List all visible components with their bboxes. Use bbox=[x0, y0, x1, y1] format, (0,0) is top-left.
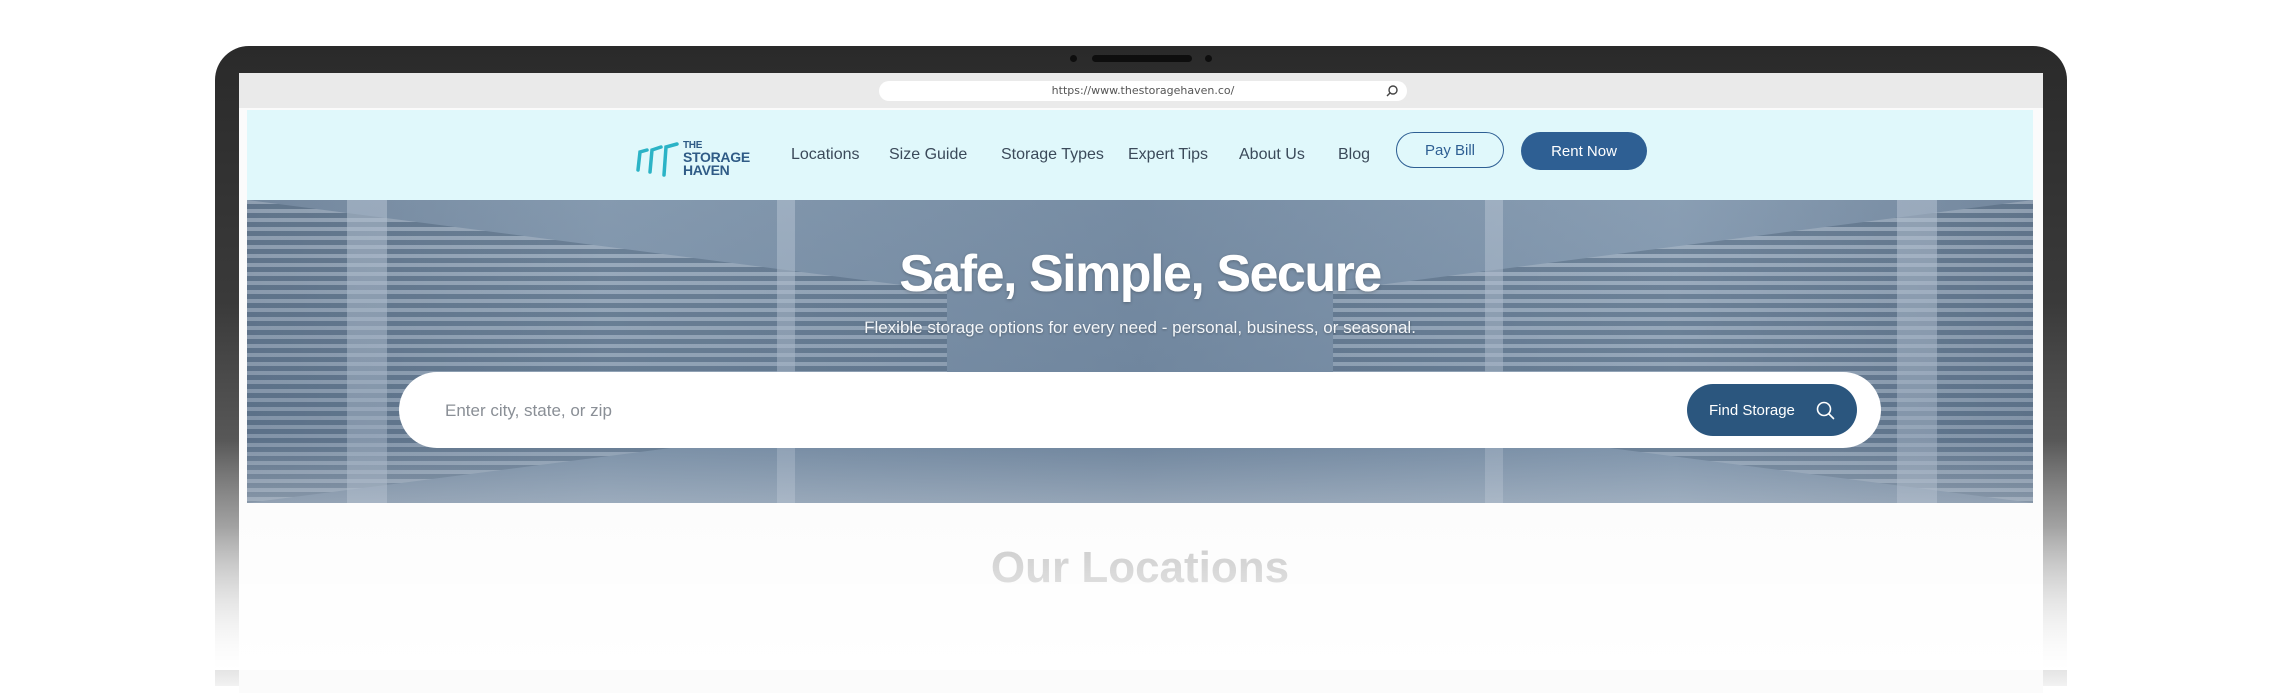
location-search-bar: Find Storage bbox=[399, 372, 1881, 448]
find-storage-label: Find Storage bbox=[1709, 401, 1795, 419]
screen: https://www.thestoragehaven.co/ THE STOR… bbox=[239, 73, 2043, 693]
url-field[interactable]: https://www.thestoragehaven.co/ bbox=[879, 81, 1407, 101]
nav-link-size-guide[interactable]: Size Guide bbox=[889, 146, 967, 164]
brand-logo[interactable]: THE STORAGE HAVEN bbox=[634, 140, 760, 180]
search-icon bbox=[1816, 401, 1835, 420]
camera-dot-left bbox=[1070, 55, 1077, 62]
nav-link-about-us[interactable]: About Us bbox=[1239, 146, 1305, 164]
pay-bill-button[interactable]: Pay Bill bbox=[1396, 132, 1504, 168]
nav-link-locations[interactable]: Locations bbox=[791, 146, 860, 164]
camera-bar bbox=[1092, 55, 1192, 62]
nav-link-storage-types[interactable]: Storage Types bbox=[1001, 146, 1104, 164]
find-storage-button[interactable]: Find Storage bbox=[1687, 384, 1857, 436]
hero-title: Safe, Simple, Secure bbox=[899, 245, 1382, 303]
camera-dot-right bbox=[1205, 55, 1212, 62]
url-text: https://www.thestoragehaven.co/ bbox=[1051, 84, 1235, 97]
website: THE STORAGE HAVEN Locations Size Guide S… bbox=[247, 110, 2033, 693]
rent-now-button[interactable]: Rent Now bbox=[1521, 132, 1647, 170]
laptop-frame: https://www.thestoragehaven.co/ THE STOR… bbox=[215, 46, 2067, 693]
logo-line3: HAVEN bbox=[683, 162, 730, 178]
location-search-input[interactable] bbox=[443, 396, 1547, 426]
browser-address-bar: https://www.thestoragehaven.co/ bbox=[239, 73, 2043, 108]
logo-wordmark: THE STORAGE HAVEN bbox=[683, 140, 750, 177]
nav-link-expert-tips[interactable]: Expert Tips bbox=[1128, 146, 1208, 164]
search-icon[interactable] bbox=[1385, 84, 1399, 98]
logo-mark-icon bbox=[636, 142, 679, 177]
locations-heading: Our Locations bbox=[990, 543, 1290, 592]
hero-subtitle: Flexible storage options for every need … bbox=[864, 318, 1416, 337]
nav-link-blog[interactable]: Blog bbox=[1338, 146, 1370, 164]
hero-section: Safe, Simple, Secure Flexible storage op… bbox=[247, 200, 2033, 503]
site-header: THE STORAGE HAVEN Locations Size Guide S… bbox=[247, 110, 2033, 200]
